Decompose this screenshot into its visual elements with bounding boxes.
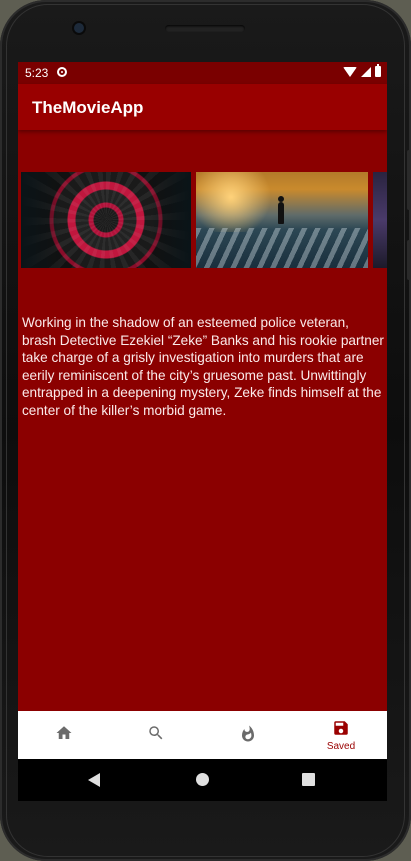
poster-art	[21, 172, 61, 268]
home-icon	[56, 726, 72, 739]
power-button	[407, 240, 411, 280]
poster-carousel[interactable]	[18, 172, 387, 268]
signal-icon	[361, 66, 371, 77]
poster-art	[151, 172, 191, 268]
nav-saved-button[interactable]: Saved	[295, 711, 387, 759]
poster-image[interactable]	[21, 172, 191, 268]
bottom-navigation: Saved	[18, 711, 387, 759]
fire-icon	[242, 725, 254, 742]
poster-art	[196, 172, 276, 232]
front-camera	[74, 23, 84, 33]
movie-overview: Working in the shadow of an esteemed pol…	[22, 315, 384, 418]
search-icon	[149, 726, 163, 740]
poster-art	[278, 196, 284, 224]
poster-image[interactable]	[196, 172, 368, 268]
poster-art	[196, 228, 368, 268]
wifi-icon	[343, 66, 357, 77]
notification-icon	[57, 67, 67, 77]
nav-saved-label: Saved	[326, 741, 356, 752]
nav-search-button[interactable]	[110, 711, 202, 759]
battery-icon	[375, 64, 381, 77]
app-title: TheMovieApp	[32, 98, 144, 117]
status-bar: 5:23	[18, 62, 387, 84]
nav-trending-button[interactable]	[202, 711, 294, 759]
earpiece-speaker	[165, 25, 245, 32]
home-circle-icon[interactable]	[196, 773, 209, 786]
app-bar: TheMovieApp	[18, 84, 387, 130]
phone-frame: 5:23 TheMovieApp Working in the shadow o…	[0, 0, 411, 861]
status-icons	[343, 64, 381, 77]
volume-button	[407, 150, 411, 210]
back-icon[interactable]	[88, 773, 100, 787]
recents-icon[interactable]	[302, 773, 315, 786]
app-screen: 5:23 TheMovieApp Working in the shadow o…	[18, 62, 387, 759]
nav-home-button[interactable]	[18, 711, 110, 759]
save-icon	[334, 721, 348, 735]
poster-image[interactable]	[373, 172, 387, 268]
system-navigation-bar	[18, 759, 387, 801]
status-time: 5:23	[25, 66, 49, 80]
